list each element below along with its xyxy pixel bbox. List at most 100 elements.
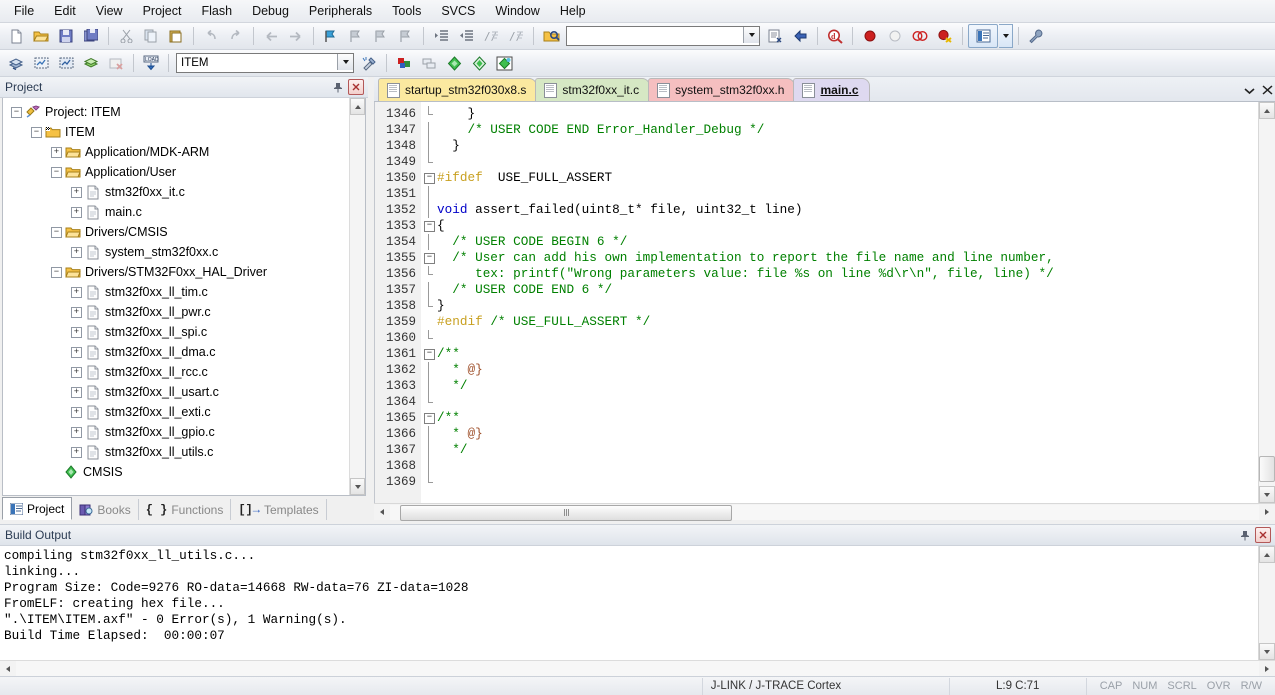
expand-icon[interactable]: +: [71, 446, 82, 458]
scroll-up-arrow-icon[interactable]: [1259, 102, 1275, 119]
expand-icon[interactable]: +: [71, 386, 82, 398]
tree-item[interactable]: + stm32f0xx_ll_gpio.c: [5, 422, 349, 442]
comment-icon[interactable]: //: [479, 24, 503, 48]
code-viewport[interactable]: 1346 1347 1348 1349 1350 1351 1352 1353 1354 1355…: [375, 102, 1258, 503]
pane-tab-templates[interactable]: []→ Templates: [231, 499, 327, 520]
undo-icon[interactable]: [199, 24, 223, 48]
collapse-icon[interactable]: −: [31, 126, 42, 138]
indent-right-icon[interactable]: [429, 24, 453, 48]
indent-left-icon[interactable]: [454, 24, 478, 48]
menu-view[interactable]: View: [86, 1, 133, 21]
scroll-down-arrow-icon[interactable]: [1259, 643, 1275, 660]
scroll-right-arrow-icon[interactable]: [1259, 505, 1275, 520]
menu-help[interactable]: Help: [550, 1, 596, 21]
tab-list-chevron-icon[interactable]: [1244, 84, 1255, 98]
pin-icon[interactable]: [331, 80, 345, 94]
find-icon[interactable]: d: [823, 24, 847, 48]
build-vertical-scrollbar[interactable]: [1258, 546, 1275, 660]
tree-item[interactable]: − Project: ITEM: [5, 102, 349, 122]
tree-item[interactable]: − Drivers/STM32F0xx_HAL_Driver: [5, 262, 349, 282]
redo-icon[interactable]: [224, 24, 248, 48]
pane-tab-books[interactable]: Books: [72, 499, 139, 520]
target-selector[interactable]: ITEM: [176, 53, 354, 73]
editor-vertical-scrollbar[interactable]: [1258, 102, 1275, 503]
expand-icon[interactable]: +: [71, 306, 82, 318]
scrollbar-thumb[interactable]: [400, 504, 732, 521]
tree-item[interactable]: − Application/User: [5, 162, 349, 182]
expand-icon[interactable]: +: [71, 186, 82, 198]
window-layout-icon[interactable]: [968, 24, 998, 48]
chevron-down-icon[interactable]: [743, 27, 759, 43]
menu-svcs[interactable]: SVCS: [431, 1, 485, 21]
collapse-icon[interactable]: −: [51, 226, 62, 238]
menu-project[interactable]: Project: [133, 1, 192, 21]
cut-icon[interactable]: [114, 24, 138, 48]
new-file-icon[interactable]: [4, 24, 28, 48]
menu-tools[interactable]: Tools: [382, 1, 431, 21]
menu-peripherals[interactable]: Peripherals: [299, 1, 382, 21]
chevron-down-icon[interactable]: [337, 54, 353, 70]
breakpoint-insert-icon[interactable]: [858, 24, 882, 48]
code-fold-column[interactable]: − − − − −: [421, 102, 437, 503]
editor-tab[interactable]: main.c: [793, 78, 870, 101]
bookmark-prev-icon[interactable]: [344, 24, 368, 48]
menu-debug[interactable]: Debug: [242, 1, 299, 21]
build-output-text[interactable]: compiling stm32f0xx_ll_utils.c... linking…: [0, 546, 1258, 660]
scrollbar-track[interactable]: [350, 115, 365, 478]
tree-item[interactable]: + stm32f0xx_ll_dma.c: [5, 342, 349, 362]
paste-icon[interactable]: [164, 24, 188, 48]
close-icon[interactable]: [348, 79, 364, 95]
insert-bookmark-icon[interactable]: [763, 24, 787, 48]
scrollbar-thumb[interactable]: [1259, 456, 1275, 482]
tree-item[interactable]: + stm32f0xx_ll_rcc.c: [5, 362, 349, 382]
manage-runtime-env-icon[interactable]: [467, 51, 491, 75]
navigate-back-icon[interactable]: [259, 24, 283, 48]
goto-definition-icon[interactable]: [788, 24, 812, 48]
scroll-right-arrow-icon[interactable]: [1259, 661, 1275, 676]
scroll-down-arrow-icon[interactable]: [1259, 486, 1275, 503]
pane-tab-functions[interactable]: { } Functions: [139, 499, 232, 520]
tree-item[interactable]: + stm32f0xx_ll_utils.c: [5, 442, 349, 462]
expand-icon[interactable]: +: [71, 206, 82, 218]
breakpoint-disable-all-icon[interactable]: [908, 24, 932, 48]
uncomment-icon[interactable]: //: [504, 24, 528, 48]
scroll-up-arrow-icon[interactable]: [1259, 546, 1275, 563]
expand-icon[interactable]: +: [71, 406, 82, 418]
editor-tab[interactable]: startup_stm32f030x8.s: [378, 78, 538, 101]
stop-build-icon[interactable]: [104, 51, 128, 75]
fold-marker[interactable]: −: [421, 218, 437, 234]
build-horizontal-scrollbar[interactable]: [0, 660, 1275, 676]
fold-marker[interactable]: −: [421, 410, 437, 426]
scroll-up-arrow-icon[interactable]: [350, 98, 365, 115]
collapse-icon[interactable]: −: [51, 166, 62, 178]
bookmark-clear-icon[interactable]: [394, 24, 418, 48]
fold-marker[interactable]: −: [421, 170, 437, 186]
navigate-forward-icon[interactable]: [284, 24, 308, 48]
build-output-body[interactable]: compiling stm32f0xx_ll_utils.c... linking…: [0, 546, 1275, 660]
scrollbar-track[interactable]: [390, 504, 1259, 521]
copy-icon[interactable]: [139, 24, 163, 48]
expand-icon[interactable]: +: [71, 326, 82, 338]
pin-icon[interactable]: [1238, 528, 1252, 542]
download-icon[interactable]: LOAD: [139, 51, 163, 75]
code-editor[interactable]: 1346 1347 1348 1349 1350 1351 1352 1353 1354 1355…: [374, 102, 1275, 503]
editor-tab[interactable]: stm32f0xx_it.c: [535, 78, 651, 101]
expand-icon[interactable]: +: [51, 146, 62, 158]
code-text[interactable]: } /* USER CODE END Error_Handler_Debug *…: [437, 102, 1258, 503]
tree-item[interactable]: − ITEM: [5, 122, 349, 142]
expand-icon[interactable]: +: [71, 426, 82, 438]
fold-marker[interactable]: −: [421, 250, 437, 266]
tree-item[interactable]: + stm32f0xx_it.c: [5, 182, 349, 202]
menu-window[interactable]: Window: [485, 1, 549, 21]
find-combo[interactable]: [566, 26, 760, 46]
build-target-icon[interactable]: [29, 51, 53, 75]
collapse-icon[interactable]: −: [11, 106, 22, 118]
scrollbar-track[interactable]: [1259, 119, 1275, 486]
tree-item[interactable]: + system_stm32f0xx.c: [5, 242, 349, 262]
tree-item[interactable]: + stm32f0xx_ll_spi.c: [5, 322, 349, 342]
expand-icon[interactable]: +: [71, 246, 82, 258]
select-software-packs-icon[interactable]: [492, 51, 516, 75]
tree-item[interactable]: + stm32f0xx_ll_usart.c: [5, 382, 349, 402]
menu-flash[interactable]: Flash: [191, 1, 242, 21]
configure-tools-icon[interactable]: [1024, 24, 1048, 48]
